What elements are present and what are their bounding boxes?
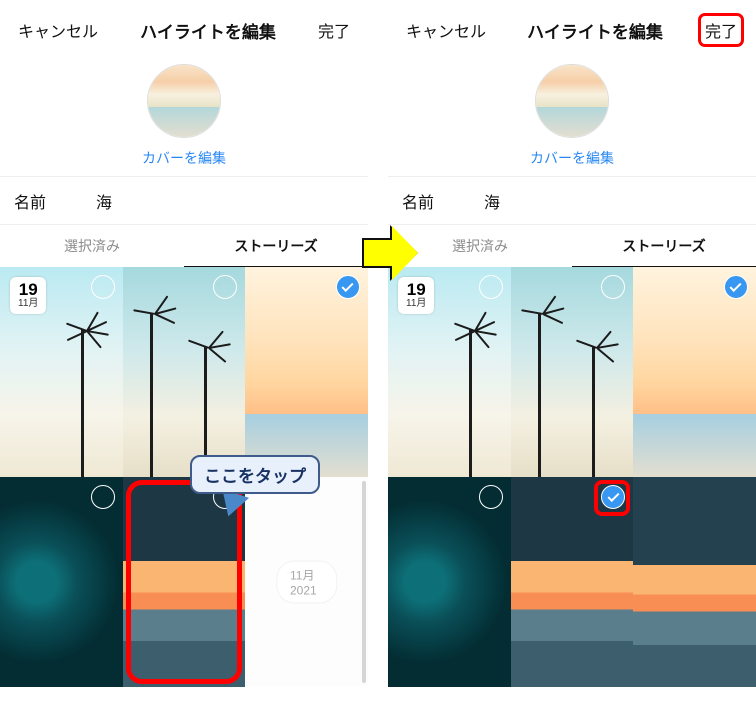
tab-stories[interactable]: ストーリーズ (184, 225, 368, 267)
story-tile[interactable] (0, 477, 123, 687)
name-value: 海 (484, 189, 500, 213)
name-label: 名前 (402, 189, 484, 213)
page-title: ハイライトを編集 (140, 18, 276, 43)
story-tile[interactable] (511, 477, 634, 687)
story-grid: 19 11月 (388, 267, 756, 720)
select-circle[interactable] (479, 485, 503, 509)
month-pill: 11月 2021 (276, 561, 337, 604)
story-tile[interactable] (511, 267, 634, 477)
annotation-done-highlight: 完了 (698, 13, 744, 47)
cancel-button[interactable]: キャンセル (400, 14, 492, 46)
select-circle-checked[interactable] (336, 275, 360, 299)
name-value: 海 (96, 189, 112, 213)
story-tile[interactable] (633, 267, 756, 477)
tab-stories[interactable]: ストーリーズ (572, 225, 756, 267)
done-button[interactable]: 完了 (705, 18, 737, 42)
edit-cover-link[interactable]: カバーを編集 (530, 148, 614, 168)
annotation-arrow-icon (362, 238, 392, 268)
cover-thumbnail[interactable] (147, 64, 221, 138)
story-tile[interactable] (388, 477, 511, 687)
select-circle[interactable] (479, 275, 503, 299)
story-tile-empty: 11月 2021 (245, 477, 368, 687)
tabs: 選択済み ストーリーズ (388, 225, 756, 267)
story-tile[interactable]: 19 11月 (388, 267, 511, 477)
story-tile[interactable] (245, 267, 368, 477)
screen-left: キャンセル ハイライトを編集 完了 カバーを編集 名前 海 選択済み ストーリー… (0, 0, 368, 720)
screens-row: キャンセル ハイライトを編集 完了 カバーを編集 名前 海 選択済み ストーリー… (0, 0, 756, 720)
screen-right: キャンセル ハイライトを編集 完了 カバーを編集 名前 海 選択済み ストーリー… (388, 0, 756, 720)
name-label: 名前 (14, 189, 96, 213)
annotation-callout: ここをタップ (190, 455, 320, 494)
header: キャンセル ハイライトを編集 完了 (0, 0, 368, 60)
story-tile[interactable]: 19 11月 (0, 267, 123, 477)
select-circle-checked[interactable] (724, 275, 748, 299)
cover-area: カバーを編集 (0, 60, 368, 177)
scrollbar[interactable] (362, 481, 366, 683)
cancel-button[interactable]: キャンセル (12, 14, 104, 46)
cover-area: カバーを編集 (388, 60, 756, 177)
header: キャンセル ハイライトを編集 完了 (388, 0, 756, 60)
name-row[interactable]: 名前 海 (0, 177, 368, 225)
name-row[interactable]: 名前 海 (388, 177, 756, 225)
tabs: 選択済み ストーリーズ (0, 225, 368, 267)
select-circle-checked[interactable] (601, 485, 625, 509)
select-circle[interactable] (91, 485, 115, 509)
select-circle[interactable] (91, 275, 115, 299)
cover-thumbnail[interactable] (535, 64, 609, 138)
tab-selected[interactable]: 選択済み (0, 225, 184, 267)
done-button[interactable]: 完了 (312, 14, 356, 46)
page-title: ハイライトを編集 (527, 18, 663, 43)
story-tile[interactable] (633, 477, 756, 687)
story-tile[interactable] (123, 267, 246, 477)
edit-cover-link[interactable]: カバーを編集 (142, 148, 226, 168)
